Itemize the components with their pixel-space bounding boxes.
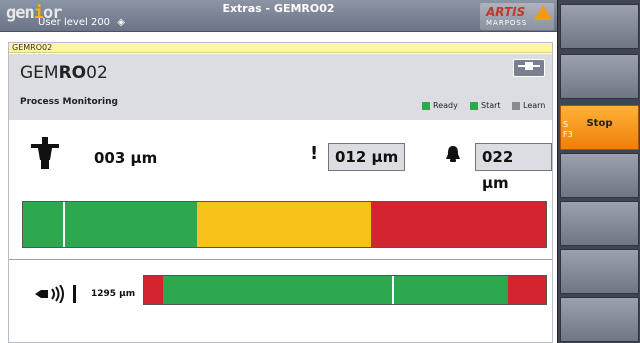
bar-segment-green [23, 202, 198, 247]
bar-segment-red [371, 202, 546, 247]
exclamation-icon: ! [310, 143, 319, 164]
probe-icon [31, 135, 59, 177]
title-bold: RO [58, 63, 87, 83]
bar-segment-yellow [197, 202, 372, 247]
bell-icon [445, 145, 461, 168]
acoustic-segment-red-high [507, 276, 546, 304]
breadcrumb: GEMRO02 [9, 43, 552, 53]
acoustic-marker [391, 276, 394, 304]
legend-ready: Ready [422, 101, 458, 110]
legend-start-label: Start [481, 101, 501, 110]
user-level-label: User level [38, 17, 88, 28]
legend-ready-label: Ready [433, 101, 458, 110]
section-label: Process Monitoring [20, 97, 118, 107]
brand-sub: MARPOSS [486, 19, 528, 27]
softkey-stop-label: Stop [586, 118, 613, 129]
softkey-1[interactable] [560, 4, 639, 49]
softkey-2[interactable] [560, 54, 639, 99]
softkey-6[interactable] [560, 249, 639, 294]
user-level-value: 200 [90, 17, 111, 28]
bar-marker [63, 202, 66, 247]
artis-marposs-logo: ARTIS MARPOSS [480, 3, 554, 30]
panel-header: GEMRO02 Process Monitoring Ready Start L… [9, 54, 552, 120]
speaker-icon [35, 284, 77, 307]
measurement-bar [22, 201, 547, 248]
ready-swatch [422, 101, 430, 110]
brand-name: ARTIS [486, 5, 526, 19]
alarm-value[interactable]: 022 μm [475, 143, 552, 192]
title-suffix: 02 [86, 63, 108, 83]
softkey-panel: S F3 Stop [557, 0, 640, 343]
diamond-arrow-icon[interactable]: ◈ [117, 17, 125, 28]
acoustic-value: 1295 μm [91, 289, 136, 299]
measurement-row: 003 μm ! 012 μm 022 μm [9, 125, 552, 192]
title-bar: genior User level 200 ◈ Extras - GEMRO02… [0, 0, 557, 32]
user-level: User level 200 ◈ [38, 17, 125, 28]
plug-icon-svg [518, 62, 540, 70]
acoustic-segment-red-low [144, 276, 164, 304]
acoustic-row: 1295 μm [9, 260, 552, 343]
legend-start: Start [470, 101, 501, 110]
legend-learn: Learn [512, 101, 545, 110]
title-prefix: GEM [20, 63, 59, 83]
window-title: Extras - GEMRO02 [222, 2, 335, 15]
page-title: GEMRO02 [20, 63, 108, 83]
acoustic-bar [143, 275, 547, 305]
legend-learn-label: Learn [523, 101, 546, 110]
current-value: 003 μm [94, 149, 158, 167]
acoustic-segment-green [163, 276, 508, 304]
softkey-7[interactable] [560, 297, 639, 342]
artis-triangle-icon [534, 5, 552, 20]
main-panel: GEMRO02 GEMRO02 Process Monitoring Ready… [8, 42, 553, 343]
softkey-5[interactable] [560, 201, 639, 246]
learn-swatch [512, 101, 520, 110]
softkey-stop[interactable]: S F3 Stop [560, 105, 639, 150]
plug-icon[interactable] [513, 59, 545, 77]
softkey-4[interactable] [560, 153, 639, 198]
start-swatch [470, 101, 478, 110]
warning-value[interactable]: 012 μm [328, 143, 406, 171]
